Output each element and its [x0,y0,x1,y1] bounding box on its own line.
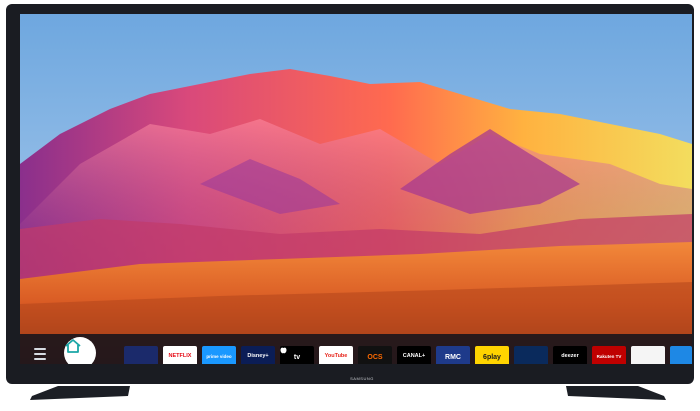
app-tile-youtube[interactable]: YouTube [319,346,353,364]
tv-stand-left [30,386,130,400]
app-tile[interactable] [631,346,665,364]
smart-hub-bar: NETFLIX prime video Disney+ tv YouTube O… [20,334,692,364]
app-tile-rmc[interactable]: RMC [436,346,470,364]
mountain-wallpaper [20,14,692,364]
menu-icon[interactable] [34,348,46,360]
app-tile-6play[interactable]: 6play [475,346,509,364]
tv-frame: NETFLIX prime video Disney+ tv YouTube O… [6,4,694,384]
app-tile-apple-tv[interactable]: tv [280,346,314,364]
brand-logo: SAMSUNG [350,376,374,381]
app-tile-deezer[interactable]: deezer [553,346,587,364]
app-tile[interactable] [670,346,692,364]
apple-icon [280,347,287,354]
app-tile-canal-plus[interactable]: CANAL+ [397,346,431,364]
app-tile[interactable] [124,346,158,364]
app-tile-prime-video[interactable]: prime video [202,346,236,364]
app-tile-disney-plus[interactable]: Disney+ [241,346,275,364]
app-tile-rakuten-tv[interactable]: Rakuten TV [592,346,626,364]
app-tile-ocs[interactable]: OCS [358,346,392,364]
home-icon [65,339,81,353]
app-tile-netflix[interactable]: NETFLIX [163,346,197,364]
tv-screen: NETFLIX prime video Disney+ tv YouTube O… [20,14,692,364]
app-tile[interactable] [514,346,548,364]
home-button[interactable] [64,337,96,364]
tv-stand-right [566,386,666,400]
